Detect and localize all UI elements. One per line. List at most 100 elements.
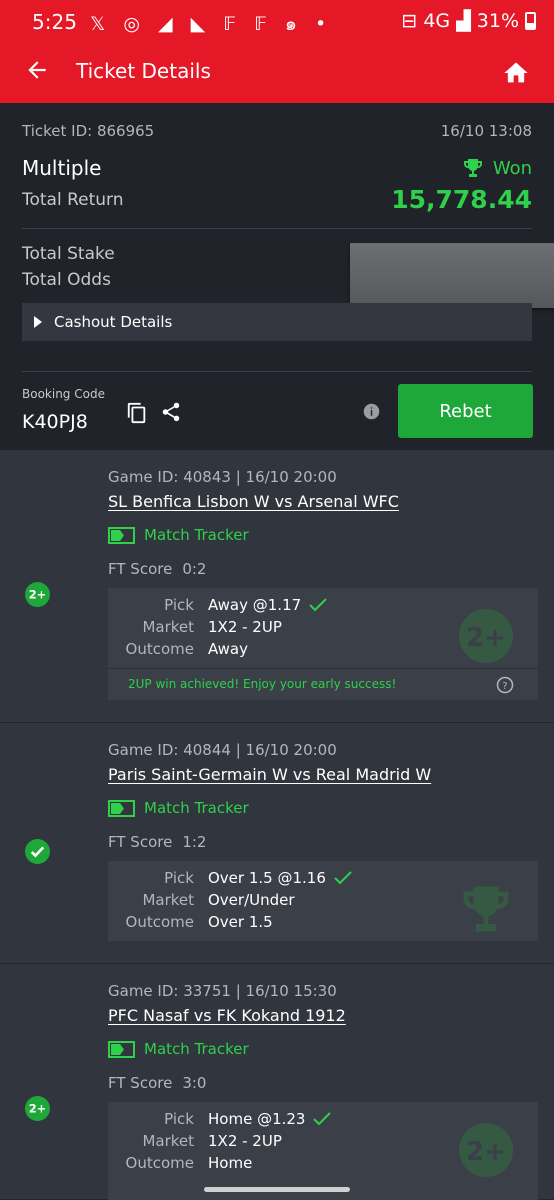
ft-score: FT Score 3:0 xyxy=(108,1074,206,1092)
match-tracker-link[interactable]: Match Tracker xyxy=(108,1040,249,1058)
network-icon: 4G xyxy=(423,10,451,32)
divider xyxy=(22,371,532,372)
ft-score-label: FT Score xyxy=(108,560,173,578)
expand-triangle-icon xyxy=(34,316,42,328)
won-badge: Won xyxy=(461,156,532,180)
won-check-icon xyxy=(25,839,50,864)
pick-box: Pick Away @1.17 Market 1X2 - 2UP Outcome Aw… xyxy=(108,588,538,668)
2up-note: 2UP win achieved! Enjoy your early succe… xyxy=(108,668,538,700)
copy-icon[interactable] xyxy=(126,401,148,425)
match-name[interactable]: SL Benfica Lisbon W vs Arsenal WFC xyxy=(108,492,399,511)
ft-score-value: 0:2 xyxy=(182,560,207,578)
notification-icons: 𝕏 ◎ ◢ ◣ 𝔽 𝔽 ๑ • xyxy=(90,13,333,35)
home-indicator[interactable] xyxy=(204,1187,350,1192)
info-icon[interactable] xyxy=(363,403,380,420)
market-value: 1X2 - 2UP xyxy=(208,1132,282,1150)
game-id: Game ID: 40844 | 16/10 20:00 xyxy=(108,741,337,759)
bet-card: 2+ Game ID: 40843 | 16/10 20:00 SL Benfi… xyxy=(0,450,554,723)
svg-text:2+: 2+ xyxy=(29,588,47,602)
market-row: Market 1X2 - 2UP xyxy=(108,618,282,636)
ft-score-label: FT Score xyxy=(108,833,173,851)
outcome-row: Outcome Over 1.5 xyxy=(108,913,273,931)
2up-note-text: 2UP win achieved! Enjoy your early succe… xyxy=(128,677,397,691)
cashout-details-toggle[interactable]: Cashout Details xyxy=(22,303,532,341)
cashout-label: Cashout Details xyxy=(54,313,173,331)
trophy-watermark-icon xyxy=(463,886,509,932)
match-name[interactable]: Paris Saint-Germain W vs Real Madrid W xyxy=(108,765,431,784)
pick-row: Pick Away @1.17 xyxy=(108,596,327,614)
help-icon[interactable]: ? xyxy=(496,676,514,694)
status-right: ⊟ 4G ▟ 31% xyxy=(401,10,536,32)
lock-icon: ⊟ xyxy=(401,10,418,32)
back-arrow-icon[interactable] xyxy=(24,57,50,89)
outcome-label: Outcome xyxy=(125,1154,194,1172)
check-icon xyxy=(309,598,327,612)
outcome-label: Outcome xyxy=(125,913,194,931)
total-stake-label: Total Stake xyxy=(22,244,115,264)
ft-score-value: 3:0 xyxy=(182,1074,207,1092)
trophy-icon xyxy=(463,159,482,177)
outcome-row: Outcome Home xyxy=(108,1154,253,1172)
ticket-summary: Ticket ID: 866965 16/10 13:08 Multiple W… xyxy=(0,103,554,450)
ft-score-label: FT Score xyxy=(108,1074,173,1092)
outcome-value: Home xyxy=(208,1154,253,1172)
match-tracker-icon xyxy=(108,526,135,544)
status-time: 5:25 xyxy=(32,10,77,34)
battery-icon xyxy=(525,12,536,30)
ticket-id: Ticket ID: 866965 xyxy=(22,122,155,140)
ft-score: FT Score 1:2 xyxy=(108,833,206,851)
match-tracker-icon xyxy=(108,1040,135,1058)
market-label: Market xyxy=(142,618,194,636)
svg-text:2+: 2+ xyxy=(466,1137,506,1167)
won-label: Won xyxy=(492,157,532,179)
home-icon[interactable] xyxy=(502,59,530,87)
market-label: Market xyxy=(142,1132,194,1150)
pick-row: Pick Over 1.5 @1.16 xyxy=(108,869,352,887)
check-icon xyxy=(334,871,352,885)
game-id: Game ID: 40843 | 16/10 20:00 xyxy=(108,468,337,486)
pick-value: Over 1.5 @1.16 xyxy=(208,869,326,887)
total-return-label: Total Return xyxy=(22,190,124,210)
bet-card: Game ID: 40844 | 16/10 20:00 Paris Saint… xyxy=(0,723,554,964)
app-bar: Ticket Details xyxy=(0,43,554,103)
outcome-row: Outcome Away xyxy=(108,640,248,658)
pick-value: Home @1.23 xyxy=(208,1110,306,1128)
svg-text:2+: 2+ xyxy=(466,623,506,653)
market-row: Market 1X2 - 2UP xyxy=(108,1132,282,1150)
check-icon xyxy=(313,1112,332,1126)
booking-code: K40PJ8 xyxy=(22,411,88,433)
total-odds-label: Total Odds xyxy=(22,270,111,290)
2up-watermark-icon: 2+ xyxy=(459,1123,513,1177)
2up-badge-icon: 2+ xyxy=(25,582,50,607)
outcome-label: Outcome xyxy=(125,640,194,658)
divider xyxy=(22,228,532,229)
rebet-button[interactable]: Rebet xyxy=(398,384,533,438)
bet-type: Multiple xyxy=(22,156,102,180)
svg-text:?: ? xyxy=(502,681,507,692)
match-name[interactable]: PFC Nasaf vs FK Kokand 1912 xyxy=(108,1006,346,1025)
pick-value: Away @1.17 xyxy=(208,596,302,614)
match-tracker-link[interactable]: Match Tracker xyxy=(108,799,249,817)
status-bar: 5:25 𝕏 ◎ ◢ ◣ 𝔽 𝔽 ๑ • ⊟ 4G ▟ 31% xyxy=(0,0,554,43)
share-icon[interactable] xyxy=(160,400,182,424)
pick-label: Pick xyxy=(164,1110,194,1128)
pick-row: Pick Home @1.23 xyxy=(108,1110,332,1128)
booking-code-label: Booking Code xyxy=(22,387,105,401)
pick-box: Pick Over 1.5 @1.16 Market Over/Under Outc… xyxy=(108,861,538,941)
game-id: Game ID: 33751 | 16/10 15:30 xyxy=(108,982,337,1000)
market-row: Market Over/Under xyxy=(108,891,295,909)
ft-score: FT Score 0:2 xyxy=(108,560,206,578)
ft-score-value: 1:2 xyxy=(182,833,207,851)
pick-label: Pick xyxy=(164,596,194,614)
redacted-overlay xyxy=(350,243,554,308)
total-return-value: 15,778.44 xyxy=(391,185,532,214)
outcome-value: Over 1.5 xyxy=(208,913,273,931)
match-tracker-link[interactable]: Match Tracker xyxy=(108,526,249,544)
market-value: 1X2 - 2UP xyxy=(208,618,282,636)
svg-text:2+: 2+ xyxy=(29,1102,47,1116)
match-tracker-label: Match Tracker xyxy=(144,526,249,544)
signal-icon: ▟ xyxy=(456,10,471,32)
pick-box: Pick Home @1.23 Market 1X2 - 2UP Outcome Ho… xyxy=(108,1102,538,1200)
page-title: Ticket Details xyxy=(76,59,211,83)
market-value: Over/Under xyxy=(208,891,295,909)
